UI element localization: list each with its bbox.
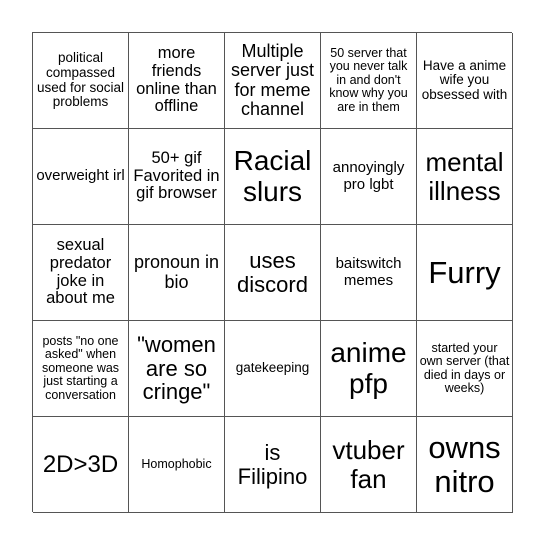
cell-text: 50+ gif Favorited in gif browser bbox=[133, 148, 220, 203]
bingo-cell[interactable]: Have a anime wife you obsessed with bbox=[417, 33, 513, 129]
bingo-cell[interactable]: is Filipino bbox=[225, 417, 321, 513]
cell-text: Furry bbox=[428, 254, 501, 290]
bingo-cell[interactable]: Racial slurs bbox=[225, 129, 321, 225]
cell-text: Have a anime wife you obsessed with bbox=[421, 57, 508, 102]
bingo-cell[interactable]: overweight irl bbox=[33, 129, 129, 225]
cell-text: 50 server that you never talk in and don… bbox=[329, 45, 408, 114]
bingo-cell[interactable]: vtuber fan bbox=[321, 417, 417, 513]
cell-text: mental illness bbox=[425, 147, 504, 206]
cell-text: 2D>3D bbox=[42, 450, 119, 478]
cell-text: uses discord bbox=[237, 247, 308, 297]
bingo-cell[interactable]: "women are so cringe" bbox=[129, 321, 225, 417]
bingo-cell[interactable]: gatekeeping bbox=[225, 321, 321, 417]
bingo-cell[interactable]: uses discord bbox=[225, 225, 321, 321]
bingo-cell[interactable]: Multiple server just for meme channel bbox=[225, 33, 321, 129]
bingo-cell[interactable]: mental illness bbox=[417, 129, 513, 225]
cell-text: baitswitch memes bbox=[335, 255, 402, 289]
cell-text: posts "no one asked" when someone was ju… bbox=[41, 333, 120, 402]
cell-text: more friends online than offline bbox=[136, 43, 217, 116]
bingo-cell[interactable]: 50+ gif Favorited in gif browser bbox=[129, 129, 225, 225]
bingo-cell[interactable]: political compassed used for social prob… bbox=[33, 33, 129, 129]
cell-text: owns nitro bbox=[428, 430, 501, 499]
bingo-cell[interactable]: annoyingly pro lgbt bbox=[321, 129, 417, 225]
cell-text: sexual predator joke in about me bbox=[46, 235, 115, 308]
cell-text: started your own server (that died in da… bbox=[419, 340, 510, 395]
cell-text: "women are so cringe" bbox=[137, 331, 216, 405]
cell-text: gatekeeping bbox=[235, 360, 310, 376]
cell-text: political compassed used for social prob… bbox=[36, 50, 125, 110]
bingo-cell[interactable]: 2D>3D bbox=[33, 417, 129, 513]
cell-text: Homophobic bbox=[141, 456, 212, 471]
bingo-cell[interactable]: Homophobic bbox=[129, 417, 225, 513]
cell-text: annoyingly pro lgbt bbox=[332, 159, 405, 193]
bingo-cell[interactable]: posts "no one asked" when someone was ju… bbox=[33, 321, 129, 417]
cell-text: pronoun in bio bbox=[133, 252, 220, 292]
cell-text: is Filipino bbox=[237, 439, 308, 489]
cell-text: Racial slurs bbox=[233, 145, 312, 207]
cell-text: overweight irl bbox=[36, 167, 125, 185]
bingo-cell[interactable]: more friends online than offline bbox=[129, 33, 225, 129]
cell-text: anime pfp bbox=[330, 337, 407, 399]
bingo-cell[interactable]: anime pfp bbox=[321, 321, 417, 417]
cell-text: Multiple server just for meme channel bbox=[230, 40, 315, 119]
bingo-cell[interactable]: baitswitch memes bbox=[321, 225, 417, 321]
bingo-cell[interactable]: started your own server (that died in da… bbox=[417, 321, 513, 417]
bingo-cell[interactable]: pronoun in bio bbox=[129, 225, 225, 321]
bingo-cell[interactable]: owns nitro bbox=[417, 417, 513, 513]
bingo-cell[interactable]: sexual predator joke in about me bbox=[33, 225, 129, 321]
bingo-cell[interactable]: 50 server that you never talk in and don… bbox=[321, 33, 417, 129]
cell-text: vtuber fan bbox=[332, 435, 405, 494]
bingo-board: political compassed used for social prob… bbox=[32, 32, 513, 513]
bingo-cell[interactable]: Furry bbox=[417, 225, 513, 321]
